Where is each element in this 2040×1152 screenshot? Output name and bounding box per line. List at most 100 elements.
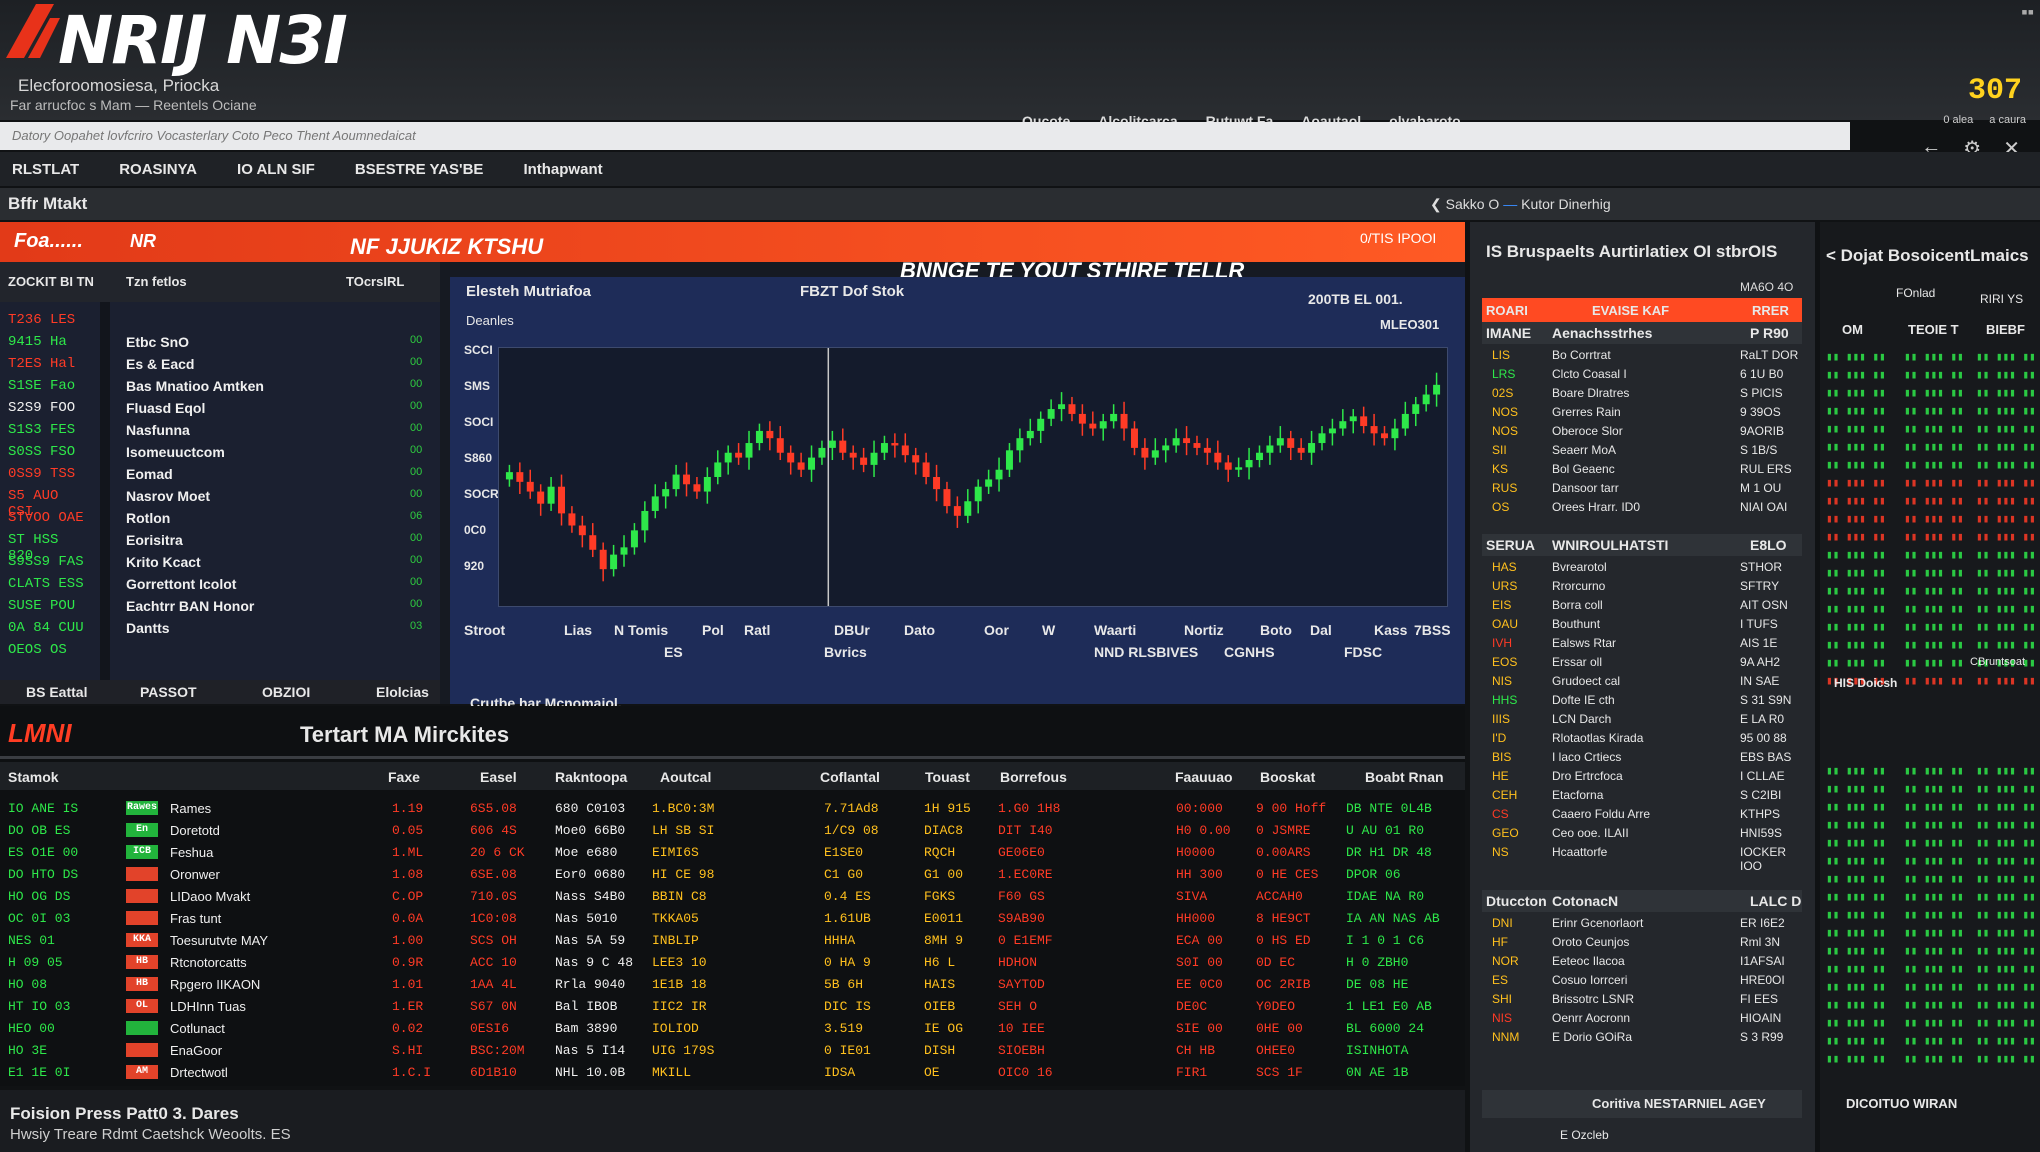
candle[interactable] [797, 462, 805, 470]
menu-item-5[interactable]: Inthapwant [523, 161, 602, 178]
candle[interactable] [683, 474, 691, 485]
watch-list-row[interactable]: T2ES Hal Es & Eacd 00 [0, 356, 440, 377]
candle[interactable] [1130, 428, 1138, 448]
far-panel-row[interactable]: ▮▮ ▮▮▮ ▮▮ ▮▮ ▮▮▮ ▮▮ ▮▮ ▮▮▮ ▮▮ [1826, 620, 2036, 638]
candle[interactable] [1110, 413, 1118, 422]
candlestick-plot[interactable] [498, 347, 1448, 607]
right-panel-row[interactable]: KS Bol Geaenc RUL ERS [1482, 460, 1802, 479]
candle[interactable] [1328, 428, 1336, 434]
candle[interactable] [995, 469, 1003, 480]
right-panel-row[interactable]: OAU Bouthunt I TUFS [1482, 615, 1802, 634]
right-panel-row[interactable]: DNI Erinr Gcenorlaort ER I6E2 [1482, 914, 1802, 933]
right-panel-row[interactable]: I'D Rlotaotlas Kirada 95 00 88 [1482, 729, 1802, 748]
right-panel-row[interactable]: NOS Grerres Rain 9 39OS [1482, 403, 1802, 422]
markets-row[interactable]: NES 01 1.00 SCS OH Nas 5A 59 INBLIP HHHA 8MH 9… [0, 930, 1465, 952]
candle[interactable] [808, 457, 816, 470]
watch-list-row[interactable]: S2S9 FOO Fluasd Eqol 00 [0, 400, 440, 421]
candle[interactable] [787, 452, 795, 463]
far-panel-row[interactable]: ▮▮ ▮▮▮ ▮▮ ▮▮ ▮▮▮ ▮▮ ▮▮ ▮▮▮ ▮▮ [1826, 350, 2036, 368]
candle[interactable] [516, 472, 524, 482]
right-panel-row[interactable]: NIS Oenrr Aocronn HIOAIN [1482, 1009, 1802, 1028]
far-panel-row[interactable]: ▮▮ ▮▮▮ ▮▮ ▮▮ ▮▮▮ ▮▮ ▮▮ ▮▮▮ ▮▮ [1826, 566, 2036, 584]
far-panel-row[interactable]: ▮▮ ▮▮▮ ▮▮ ▮▮ ▮▮▮ ▮▮ ▮▮ ▮▮▮ ▮▮ [1826, 602, 2036, 620]
candle[interactable] [1183, 438, 1191, 444]
right-panel-row[interactable]: GEO Ceo ooe. ILAII HNI59S [1482, 824, 1802, 843]
right-panel-row[interactable]: 02S Boare Dlratres S PICIS [1482, 384, 1802, 403]
candle[interactable] [693, 484, 701, 492]
candle[interactable] [651, 496, 659, 511]
candle[interactable] [1068, 404, 1076, 414]
far-panel-row[interactable]: ▮▮ ▮▮▮ ▮▮ ▮▮ ▮▮▮ ▮▮ ▮▮ ▮▮▮ ▮▮ [1826, 638, 2036, 656]
candle[interactable] [1203, 447, 1211, 453]
watch-list-row[interactable]: S1S3 FES Nasfunna 00 [0, 422, 440, 443]
right-panel-row[interactable]: NIS Grudoect cal IN SAE [1482, 672, 1802, 691]
candle[interactable] [1089, 423, 1097, 429]
candle[interactable] [1391, 428, 1399, 439]
candle[interactable] [558, 486, 565, 514]
candle[interactable] [943, 489, 951, 507]
candle[interactable] [1318, 433, 1326, 444]
candle[interactable] [1266, 445, 1274, 453]
far-panel-footer-label[interactable]: DICOITUO WIRAN [1846, 1096, 1957, 1111]
markets-column-header[interactable]: Faauuao [1175, 769, 1233, 785]
candle[interactable] [1235, 467, 1243, 470]
watch-list-row[interactable]: SUSE POU Eachtrr BAN Honor 00 [0, 598, 440, 619]
candle[interactable] [1433, 384, 1441, 395]
watch-list-row[interactable]: CLATS ESS Gorrettont Icolot 00 [0, 576, 440, 597]
candle[interactable] [922, 462, 930, 477]
far-panel-row[interactable]: ▮▮ ▮▮▮ ▮▮ ▮▮ ▮▮▮ ▮▮ ▮▮ ▮▮▮ ▮▮ [1826, 890, 2036, 908]
far-panel-row[interactable]: ▮▮ ▮▮▮ ▮▮ ▮▮ ▮▮▮ ▮▮ ▮▮ ▮▮▮ ▮▮ [1826, 1034, 2036, 1052]
far-panel-row[interactable]: ▮▮ ▮▮▮ ▮▮ ▮▮ ▮▮▮ ▮▮ ▮▮ ▮▮▮ ▮▮ [1826, 764, 2036, 782]
candle[interactable] [1078, 413, 1086, 424]
watch-list-row[interactable]: 9415 Ha Etbc SnO 00 [0, 334, 440, 355]
right-panel-row[interactable]: IVH Ealsws Rtar AIS 1E [1482, 634, 1802, 653]
candle[interactable] [985, 479, 993, 487]
watch-list-row[interactable]: S9SS9 FAS Krito Kcact 00 [0, 554, 440, 575]
candle[interactable] [630, 530, 638, 548]
markets-row[interactable]: HO 08 1.01 1AA 4L Rrla 9040 1E1B 18 5B 6H HAIS… [0, 974, 1465, 996]
right-panel-row[interactable]: LRS Clcto Coasal I 6 1U B0 [1482, 365, 1802, 384]
far-panel-row[interactable]: ▮▮ ▮▮▮ ▮▮ ▮▮ ▮▮▮ ▮▮ ▮▮ ▮▮▮ ▮▮ [1826, 1052, 2036, 1070]
top-link-2[interactable]: a caura [1989, 114, 2026, 126]
candle[interactable] [755, 430, 763, 444]
candle[interactable] [870, 452, 878, 465]
far-panel-row[interactable]: ▮▮ ▮▮▮ ▮▮ ▮▮ ▮▮▮ ▮▮ ▮▮ ▮▮▮ ▮▮ [1826, 818, 2036, 836]
candle[interactable] [1381, 433, 1388, 439]
far-panel-row[interactable]: ▮▮ ▮▮▮ ▮▮ ▮▮ ▮▮▮ ▮▮ ▮▮ ▮▮▮ ▮▮ [1826, 440, 2036, 458]
far-panel-row[interactable]: ▮▮ ▮▮▮ ▮▮ ▮▮ ▮▮▮ ▮▮ ▮▮ ▮▮▮ ▮▮ [1826, 530, 2036, 548]
watch-list-row[interactable]: 0SS9 TSS Eomad 00 [0, 466, 440, 487]
candle[interactable] [933, 477, 941, 490]
candle[interactable] [1224, 462, 1232, 470]
menu-item-3[interactable]: IO ALN SIF [237, 161, 315, 178]
candle[interactable] [505, 472, 513, 480]
markets-column-header[interactable]: Easel [480, 769, 517, 785]
candle[interactable] [1370, 426, 1378, 434]
markets-row[interactable]: DO HTO DS 1.08 6SE.08 Eor0 0680 HI CE 98 C1 G… [0, 864, 1465, 886]
far-panel-row[interactable]: ▮▮ ▮▮▮ ▮▮ ▮▮ ▮▮▮ ▮▮ ▮▮ ▮▮▮ ▮▮ [1826, 584, 2036, 602]
markets-row[interactable]: HEO 00 0.02 0ESI6 Bam 3890 IOLIOD 3.519 IE OG 1… [0, 1018, 1465, 1040]
markets-column-header[interactable]: Coflantal [820, 769, 880, 785]
candle[interactable] [880, 443, 888, 453]
right-panel-row[interactable]: SHI Brissotrc LSNR FI EES [1482, 990, 1802, 1009]
markets-row[interactable]: OC 0I 03 0.0A 1C0:08 Nas 5010 TKKA05 1.61UB E0… [0, 908, 1465, 930]
top-link-1[interactable]: 0 alea [1943, 114, 1973, 126]
candle[interactable] [860, 457, 868, 465]
candle[interactable] [1422, 394, 1430, 405]
candle[interactable] [578, 525, 586, 536]
candle[interactable] [724, 452, 732, 463]
markets-column-header[interactable]: Faxe [388, 769, 420, 785]
right-panel-row[interactable]: HHS Dofte IE cth S 31 S9N [1482, 691, 1802, 710]
candle[interactable] [1401, 413, 1409, 429]
watch-list-row[interactable]: S5 AUO CSI Nasrov Moet 00 [0, 488, 440, 520]
markets-row[interactable]: HO OG DS C.OP 710.0S Nass S4B0 BBIN C8 0.4 ES… [0, 886, 1465, 908]
far-panel-row[interactable]: ▮▮ ▮▮▮ ▮▮ ▮▮ ▮▮▮ ▮▮ ▮▮ ▮▮▮ ▮▮ [1826, 422, 2036, 440]
candle[interactable] [1193, 443, 1201, 448]
window-menu-icon[interactable]: ▪▪ [2021, 2, 2034, 23]
far-panel-row[interactable]: ▮▮ ▮▮▮ ▮▮ ▮▮ ▮▮▮ ▮▮ ▮▮ ▮▮▮ ▮▮ [1826, 872, 2036, 890]
candle[interactable] [828, 440, 836, 448]
candle[interactable] [1297, 447, 1305, 453]
candle[interactable] [568, 513, 576, 526]
right-panel-footer-label[interactable]: Coritiva NESTARNIEL AGEY [1592, 1096, 1766, 1111]
right-panel-row[interactable]: BIS I laco Crtiecs EBS BAS [1482, 748, 1802, 767]
far-panel-row[interactable]: ▮▮ ▮▮▮ ▮▮ ▮▮ ▮▮▮ ▮▮ ▮▮ ▮▮▮ ▮▮ [1826, 980, 2036, 998]
